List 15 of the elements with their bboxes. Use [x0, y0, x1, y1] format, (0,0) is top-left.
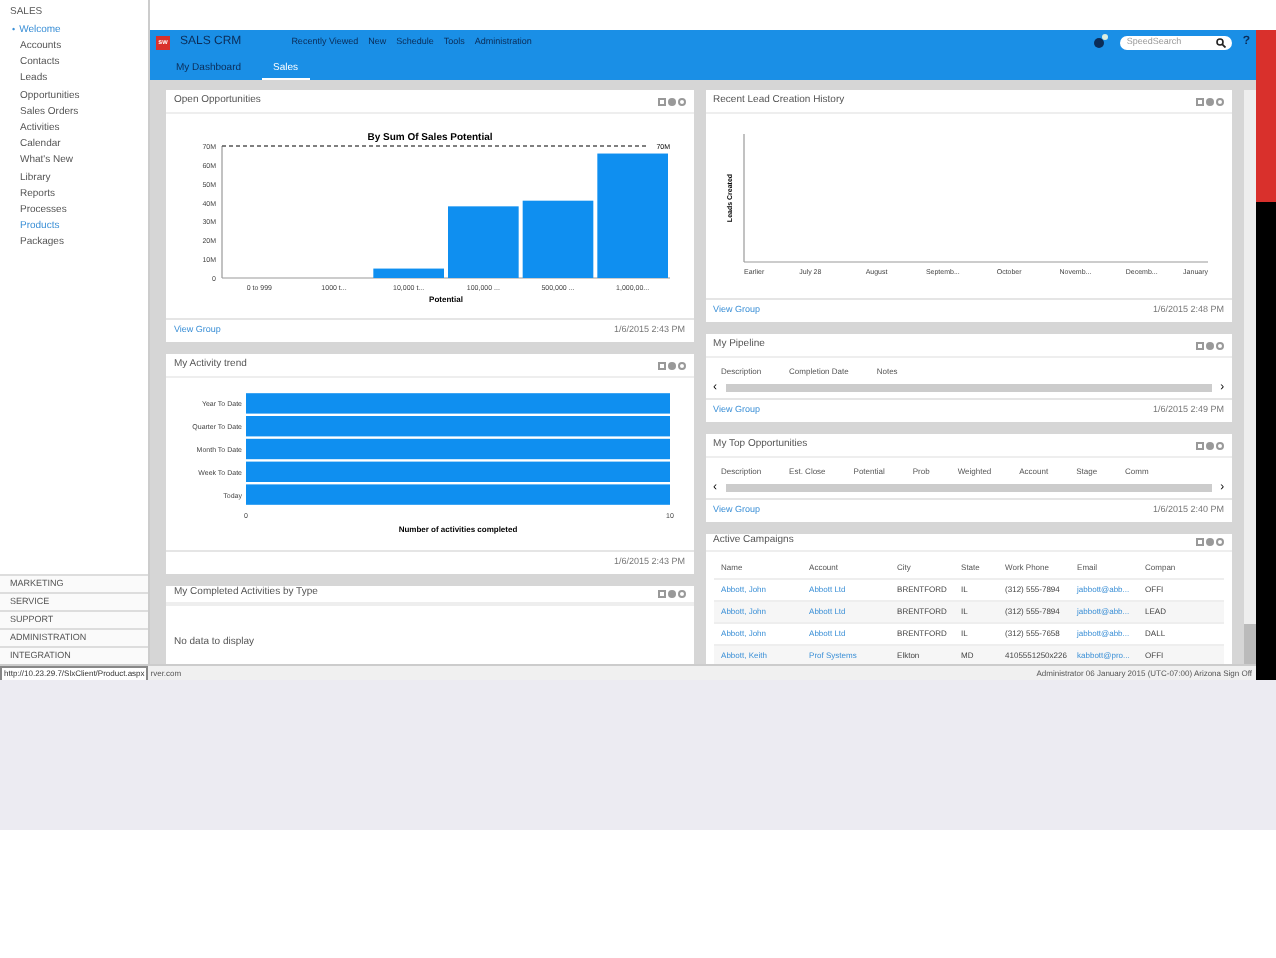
vertical-scrollbar[interactable] — [1244, 90, 1256, 664]
panel-controls-icon[interactable] — [1196, 537, 1225, 546]
bar — [596, 153, 668, 278]
horizontal-scrollbar[interactable] — [725, 384, 1213, 392]
horizontal-scrollbar[interactable] — [725, 484, 1213, 492]
search-icon[interactable] — [1216, 38, 1227, 48]
panel-controls-icon[interactable] — [1196, 97, 1225, 105]
panel-controls-icon[interactable] — [657, 361, 686, 369]
bar — [447, 206, 519, 278]
panel-controls-icon[interactable] — [657, 97, 686, 105]
panel-controls-icon[interactable] — [657, 589, 686, 598]
bar — [522, 200, 593, 278]
panel-controls-icon[interactable] — [1196, 341, 1225, 349]
panel-controls-icon[interactable] — [1196, 441, 1225, 449]
bar — [372, 268, 444, 278]
